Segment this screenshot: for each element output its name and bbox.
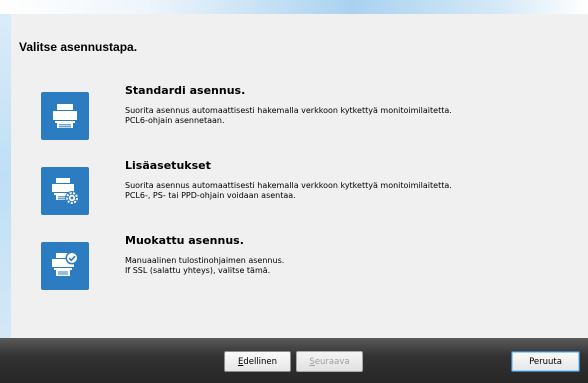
cancel-button[interactable]: Peruuta	[511, 351, 580, 372]
custom-install-tile[interactable]	[41, 242, 89, 290]
desc-line: PCL6-ohjain asennetaan.	[125, 116, 225, 125]
option-standard-install[interactable]: Standardi asennus. Suorita asennus autom…	[41, 84, 561, 158]
printer-icon	[53, 104, 77, 128]
standard-install-description: Suorita asennus automaattisesti hakemall…	[125, 106, 565, 126]
advanced-settings-description: Suorita asennus automaattisesti hakemall…	[125, 181, 565, 201]
back-button[interactable]: Edellinen	[224, 351, 291, 372]
option-custom-install[interactable]: Muokattu asennus. Manuaalinen tulostinoh…	[41, 234, 561, 308]
custom-install-description: Manuaalinen tulostinohjaimen asennus. If…	[125, 256, 565, 276]
standard-install-tile[interactable]	[41, 92, 89, 140]
desc-line: Manuaalinen tulostinohjaimen asennus.	[125, 256, 285, 265]
desc-line: Suorita asennus automaattisesti hakemall…	[125, 181, 452, 190]
next-button[interactable]: Seuraava	[296, 351, 363, 372]
advanced-settings-title[interactable]: Lisäasetukset	[125, 159, 211, 172]
option-advanced-settings[interactable]: Lisäasetukset Suorita asennus automaatti…	[41, 159, 561, 233]
left-accent-strip	[0, 14, 11, 338]
footer-bar	[0, 338, 588, 383]
desc-line: If SSL (salattu yhteys), valitse tämä.	[125, 266, 271, 275]
desc-line: PCL6-, PS- tai PPD-ohjain voidaan asenta…	[125, 191, 296, 200]
back-label: dellinen	[243, 356, 278, 367]
desc-line: Suorita asennus automaattisesti hakemall…	[125, 106, 452, 115]
top-gradient-bar	[0, 0, 588, 14]
next-label: euraava	[314, 356, 350, 367]
page-title: Valitse asennustapa.	[19, 40, 138, 54]
custom-install-title[interactable]: Muokattu asennus.	[125, 234, 244, 247]
advanced-settings-tile[interactable]	[41, 167, 89, 215]
standard-install-title[interactable]: Standardi asennus.	[125, 84, 245, 97]
printer-check-icon	[52, 251, 79, 276]
main-panel: Valitse asennustapa. Standardi asennus. …	[11, 14, 588, 338]
printer-settings-icon	[52, 178, 79, 205]
